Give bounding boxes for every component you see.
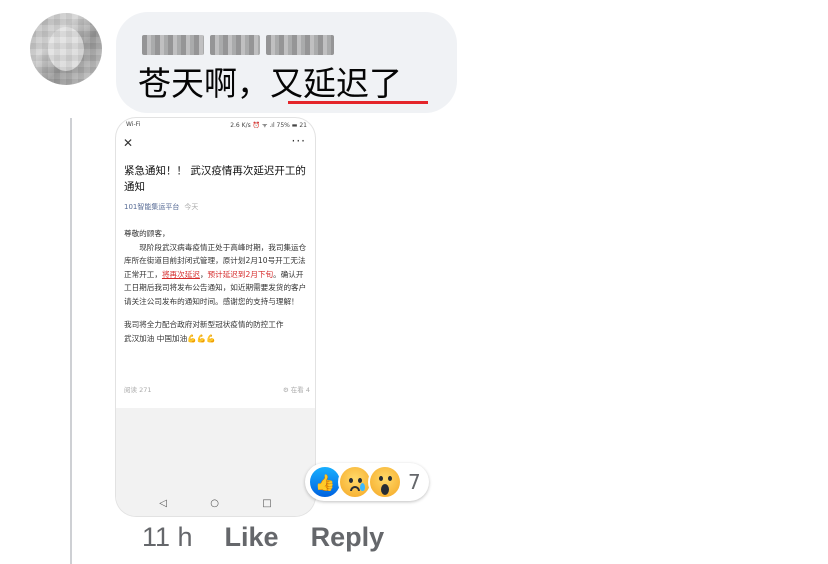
read-count: 阅读 271 bbox=[124, 384, 151, 394]
comment-underline bbox=[288, 101, 428, 104]
article-title: 紧急通知！！ 武汉疫情再次延迟开工的通知 bbox=[124, 163, 312, 195]
article-paragraph: 现阶段武汉病毒疫情正处于高峰时期，我司集运仓库所在街道目前封闭式管理，原计划2月… bbox=[124, 241, 310, 309]
home-nav-icon: ○ bbox=[210, 498, 219, 509]
article-body: 尊敬的顾客， 现阶段武汉病毒疫情正处于高峰时期，我司集运仓库所在街道目前封闭式管… bbox=[124, 227, 310, 345]
recents-nav-icon: □ bbox=[262, 498, 271, 509]
comment-text: 苍天啊，又延迟了 bbox=[138, 64, 402, 104]
close-icon: ✕ bbox=[123, 136, 133, 150]
more-icon: ··· bbox=[292, 134, 306, 148]
reaction-count: 7 bbox=[408, 470, 421, 494]
wow-reaction-icon bbox=[368, 465, 402, 499]
comment-actions: 11 h Like Reply bbox=[142, 522, 384, 553]
back-nav-icon: ◁ bbox=[159, 498, 167, 509]
article-date: 今天 bbox=[184, 203, 198, 211]
article-greeting: 尊敬的顾客， bbox=[124, 227, 310, 241]
article-paragraph: 我司将全力配合政府对新型冠状疫情的防控工作 bbox=[124, 318, 310, 332]
sad-reaction-icon bbox=[338, 465, 372, 499]
article-footer: 阅读 271 ⚙ 在看 4 bbox=[124, 384, 310, 394]
phone-navbar: ◁ ○ □ bbox=[116, 491, 315, 516]
attachment-image[interactable]: Wi-Fi 2.6 K/s ⏰ ᯤ .ıl 75% ▬ 21 ✕ ··· 紧急通… bbox=[116, 118, 315, 516]
thread-line bbox=[70, 118, 72, 564]
phone-statusbar: Wi-Fi 2.6 K/s ⏰ ᯤ .ıl 75% ▬ 21 bbox=[116, 118, 315, 132]
gray-area bbox=[116, 408, 315, 491]
article-meta: 101智能集运平台今天 bbox=[124, 202, 198, 212]
reply-button[interactable]: Reply bbox=[311, 522, 385, 553]
avatar[interactable] bbox=[30, 13, 102, 85]
like-reaction-icon: 👍 bbox=[308, 465, 342, 499]
comment-bubble: 苍天啊，又延迟了 bbox=[116, 12, 457, 113]
article-topbar: ✕ ··· bbox=[116, 134, 315, 152]
reactions-summary[interactable]: 👍 7 bbox=[305, 463, 429, 501]
like-button[interactable]: Like bbox=[225, 522, 279, 553]
article-source: 101智能集运平台 bbox=[124, 203, 179, 211]
article-paragraph: 武汉加油 中国加油💪💪💪 bbox=[124, 332, 310, 346]
comment-timestamp[interactable]: 11 h bbox=[142, 522, 193, 553]
author-name-blurred[interactable] bbox=[142, 32, 334, 58]
watching-count: ⚙ 在看 4 bbox=[283, 384, 310, 394]
